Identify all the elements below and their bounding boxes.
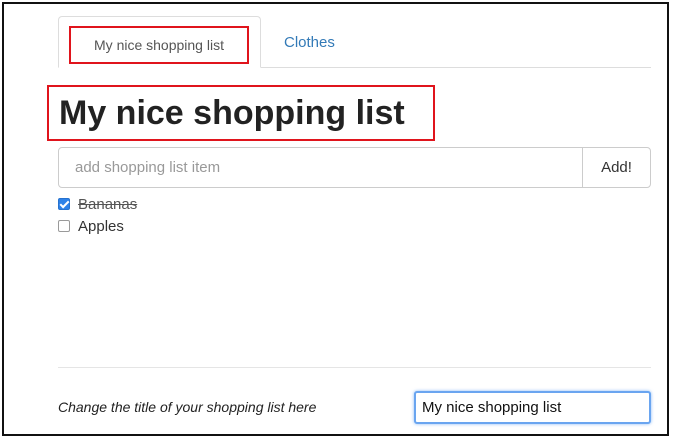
- list-item: Bananas: [58, 193, 358, 215]
- checkbox-unchecked-icon[interactable]: [58, 220, 70, 232]
- tab-my-nice-shopping-list[interactable]: My nice shopping list: [58, 16, 261, 68]
- footer-divider: [58, 367, 651, 368]
- list-item-label: Bananas: [78, 195, 138, 213]
- add-item-group: Add!: [58, 147, 651, 188]
- list-item-label: Apples: [78, 217, 124, 235]
- checkbox-checked-icon[interactable]: [58, 198, 70, 210]
- list-item: Apples: [58, 215, 358, 237]
- add-item-input[interactable]: [58, 147, 583, 188]
- tab-label: My nice shopping list: [94, 37, 224, 53]
- tab-label-highlight: My nice shopping list: [69, 26, 249, 64]
- title-input[interactable]: [414, 391, 651, 424]
- shopping-list: Bananas Apples: [58, 193, 358, 237]
- tab-clothes[interactable]: Clothes: [284, 34, 335, 51]
- page-title: My nice shopping list: [59, 94, 405, 132]
- add-button[interactable]: Add!: [582, 147, 651, 188]
- title-change-label: Change the title of your shopping list h…: [58, 399, 317, 415]
- tab-bar: My nice shopping list Clothes: [58, 16, 651, 68]
